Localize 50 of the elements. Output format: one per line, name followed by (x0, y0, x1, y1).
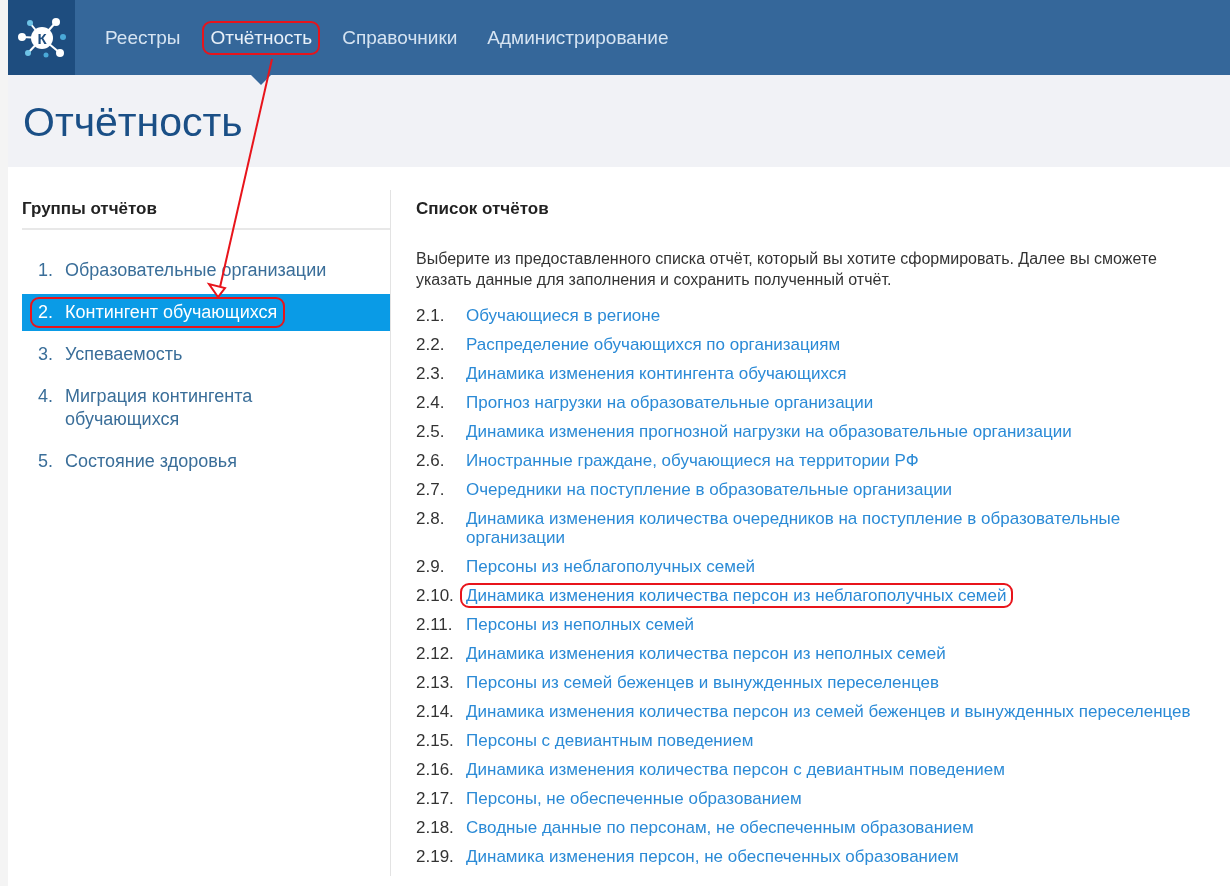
report-link[interactable]: Иностранные граждане, обучающиеся на территории РФ (460, 448, 925, 473)
report-number: 2.15. (416, 731, 455, 750)
report-number: 2.17. (416, 789, 455, 808)
report-number: 2.9. (416, 557, 446, 576)
report-link[interactable]: Динамика изменения количества очередников на поступление в образовательные организации (460, 506, 1212, 550)
report-link[interactable]: Динамика изменения количества персон из неблагополучных семей (460, 583, 1013, 608)
report-link[interactable]: Динамика изменения прогнозной нагрузки на образовательные организации (460, 419, 1078, 444)
group-item[interactable]: 5. Состояние здоровья (22, 443, 390, 480)
report-number: 2.13. (416, 673, 455, 692)
nav-tab[interactable]: Справочники (327, 0, 473, 85)
report-link[interactable]: Динамика изменения контингента обучающихся (460, 361, 853, 386)
group-item[interactable]: 4. Миграция контингента обучающихся (22, 378, 390, 438)
nav-tab[interactable]: Администрирование (472, 0, 684, 85)
report-link[interactable]: Динамика изменения количества персон из семей беженцев и вынужденных переселенцев (460, 699, 1197, 724)
report-link[interactable]: Сводные данные по персонам, не обеспеченным образованием (460, 815, 980, 840)
report-link[interactable]: Персоны из неблагополучных семей (460, 554, 761, 579)
report-number: 2.4. (416, 393, 446, 412)
report-link[interactable]: Персоны с девиантным поведением (460, 728, 760, 753)
report-number: 2.2. (416, 335, 446, 354)
report-number: 2.12. (416, 644, 455, 663)
report-number: 2.6. (416, 451, 446, 470)
report-link[interactable]: Очередники на поступление в образовательные организации (460, 477, 959, 502)
report-number: 2.14. (416, 702, 455, 721)
report-number: 2.5. (416, 422, 446, 441)
report-number: 2.1. (416, 306, 446, 325)
report-number: 2.8. (416, 509, 446, 530)
report-number: 2.18. (416, 818, 455, 837)
report-number: 2.19. (416, 847, 455, 866)
page-title: Отчётность (23, 99, 243, 146)
report-link[interactable]: Персоны из семей беженцев и вынужденных переселенцев (460, 670, 945, 695)
section-heading: Список отчётов (416, 198, 550, 220)
nav-tab[interactable]: Реестры (90, 0, 196, 85)
report-link[interactable]: Динамика изменения персон, не обеспеченных образованием (460, 844, 965, 869)
report-link[interactable]: Обучающиеся в регионе (460, 303, 667, 328)
group-item[interactable]: 3. Успеваемость (22, 336, 390, 373)
report-link[interactable]: Распределение обучающихся по организациям (460, 332, 847, 357)
group-item[interactable]: 2. Контингент обучающихся (22, 294, 390, 331)
report-number: 2.11. (416, 615, 454, 634)
section-heading: Группы отчётов (22, 190, 390, 230)
report-link[interactable]: Динамика изменения количества персон с девиантным поведением (460, 757, 1011, 782)
logo-icon: К (8, 0, 75, 75)
report-link[interactable]: Персоны, не обеспеченные образованием (460, 786, 808, 811)
report-link[interactable]: Динамика изменения количества персон из неполных семей (460, 641, 952, 666)
report-number: 2.3. (416, 364, 446, 383)
report-number: 2.16. (416, 760, 455, 779)
report-link[interactable]: Персоны из неполных семей (460, 612, 701, 637)
description-text: Выберите из предоставленного списка отчёт, который вы хотите сформировать. Далее вы сможете указать данные для заполнения и сохранить полученный отчёт. (416, 249, 1158, 290)
report-link[interactable]: Прогноз нагрузки на образовательные организации (460, 390, 880, 415)
report-number: 2.10. (416, 586, 455, 605)
report-number: 2.7. (416, 480, 446, 499)
